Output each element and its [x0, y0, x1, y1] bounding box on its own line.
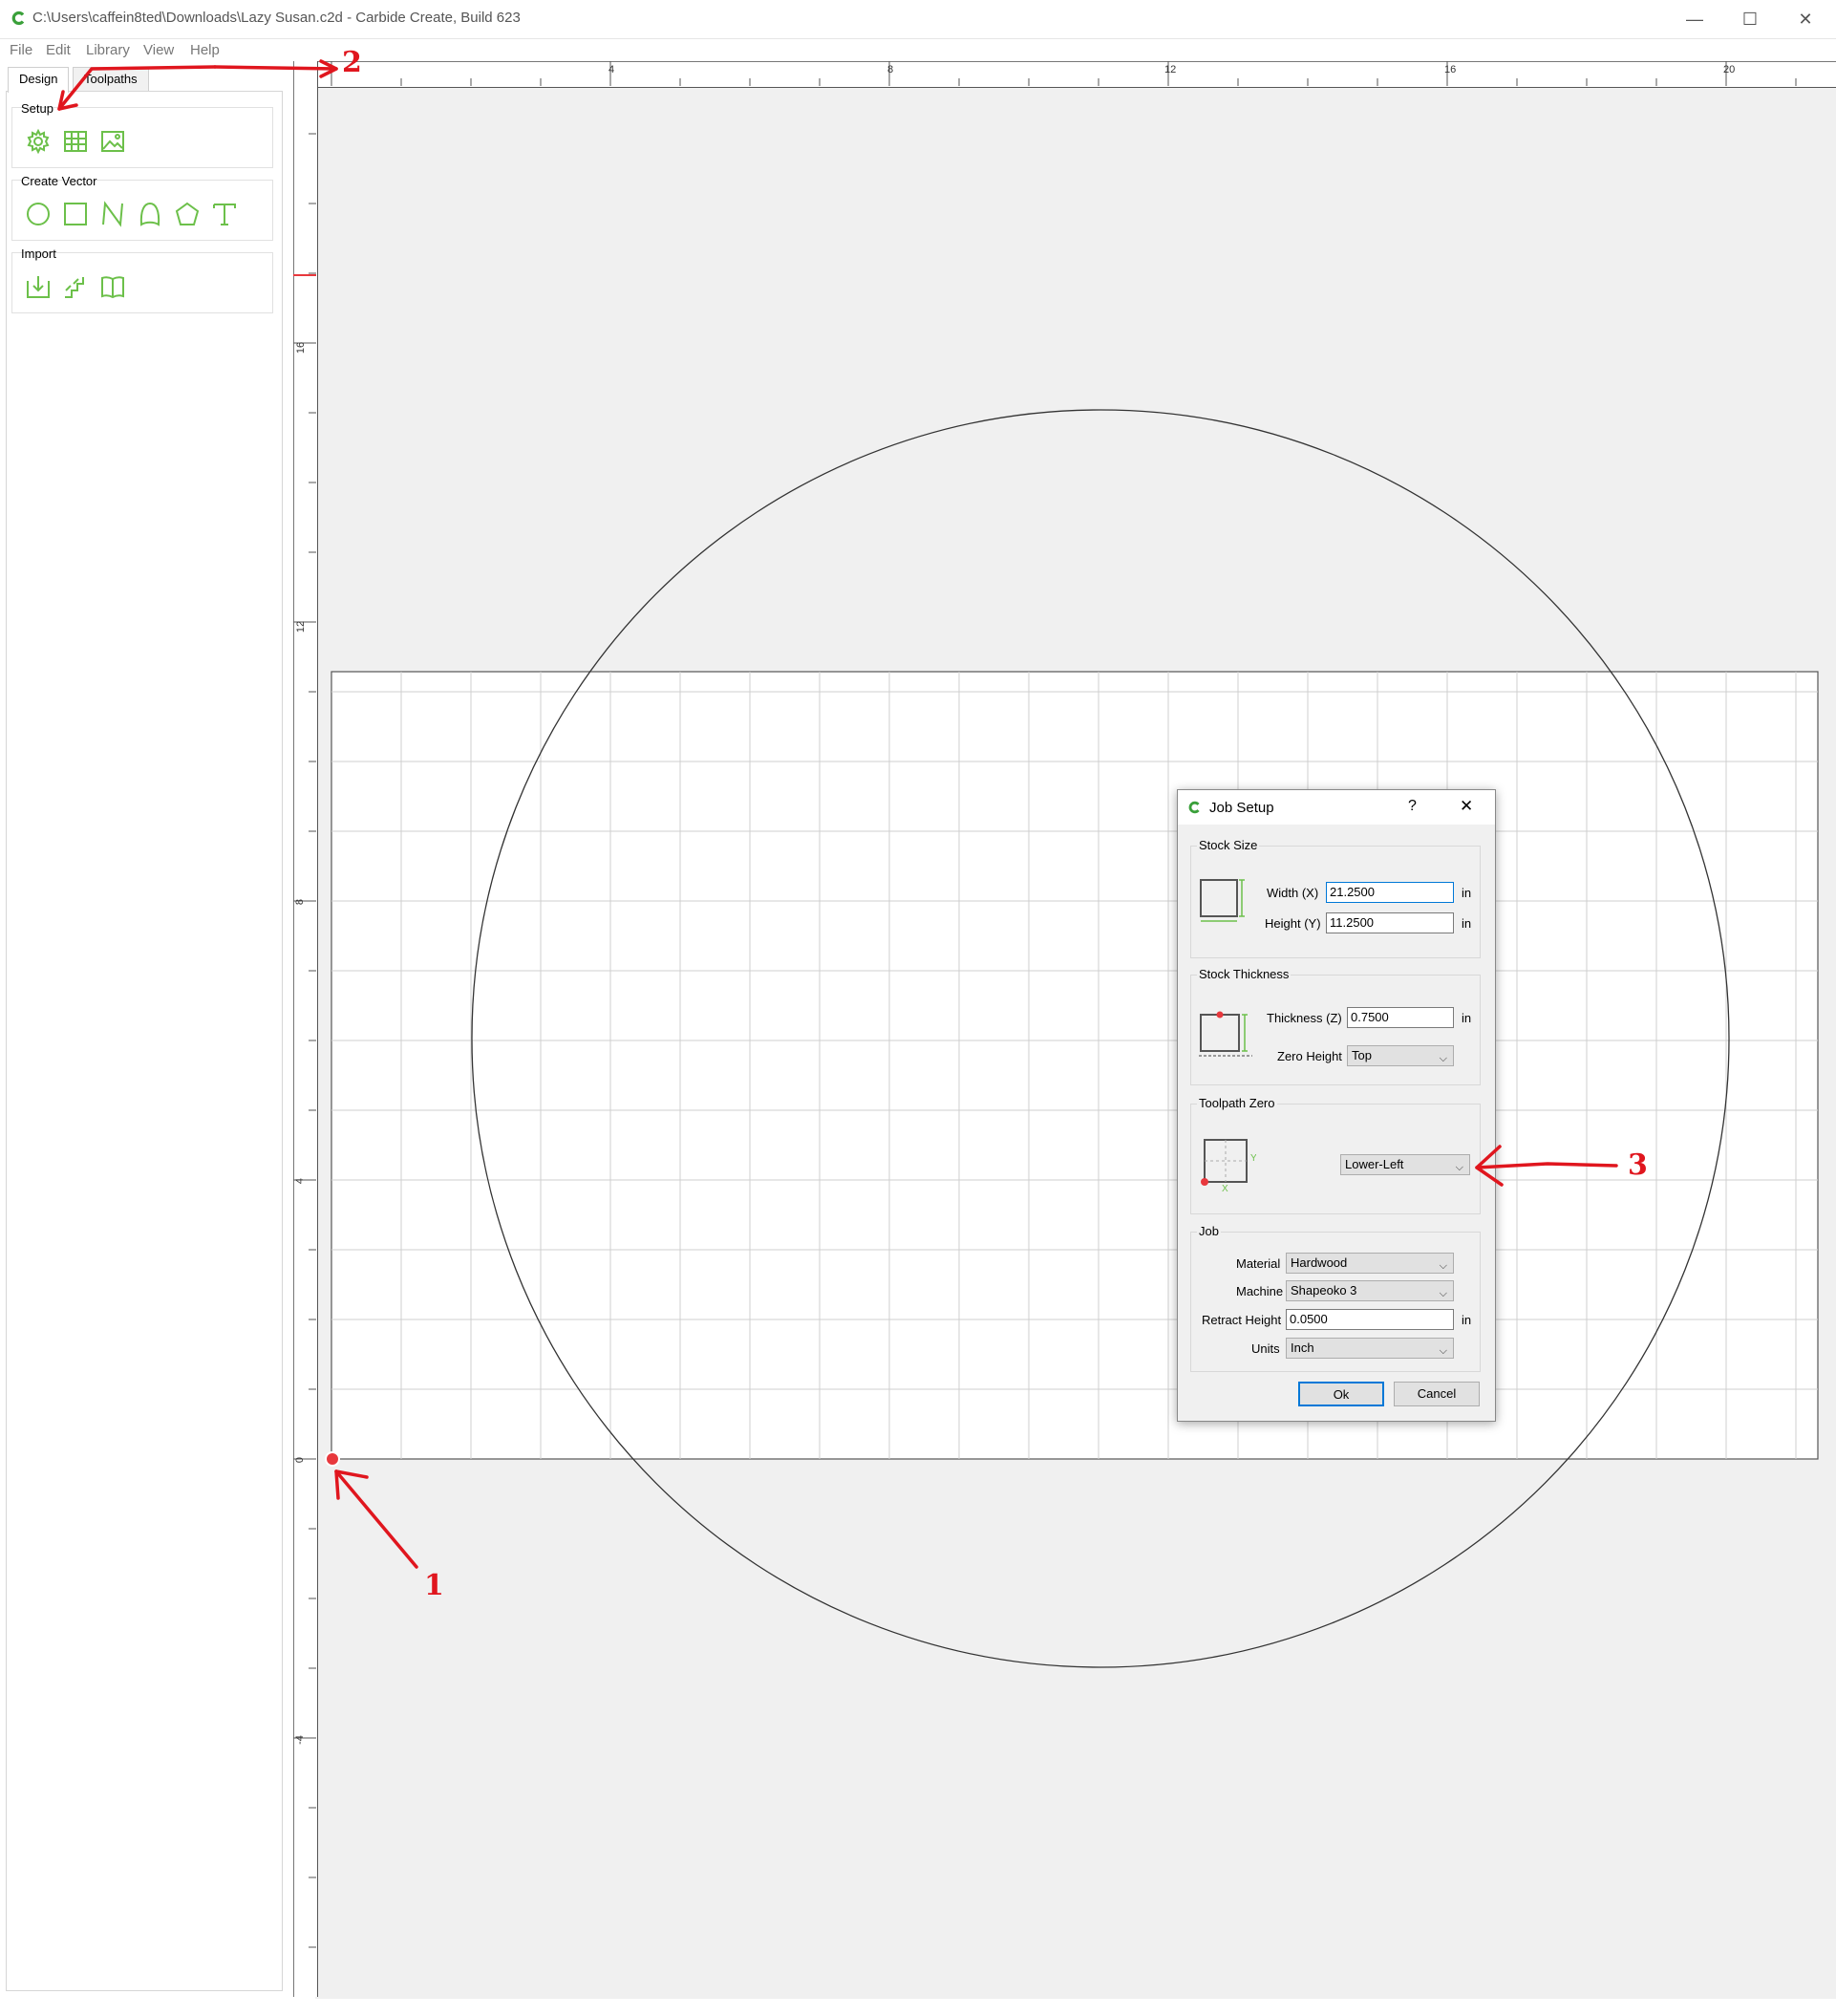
origin-marker: [325, 1451, 340, 1467]
height-input[interactable]: 11.2500: [1326, 912, 1454, 933]
text-icon[interactable]: [211, 201, 238, 227]
retract-height-input[interactable]: 0.0500: [1286, 1309, 1454, 1330]
retract-height-label: Retract Height: [1202, 1313, 1282, 1327]
dialog-title: Job Setup: [1209, 800, 1274, 816]
material-label: Material: [1236, 1256, 1281, 1271]
svg-text:X: X: [1222, 1184, 1228, 1191]
chevron-down-icon: ⌵: [1439, 1260, 1447, 1272]
units-label: Units: [1251, 1341, 1280, 1356]
chevron-down-icon: ⌵: [1455, 1162, 1463, 1173]
carbide-create-logo-icon: [1188, 801, 1200, 814]
chevron-down-icon: ⌵: [1439, 1345, 1447, 1357]
menu-edit[interactable]: Edit: [46, 42, 71, 58]
ruler-left-label: 4: [294, 1177, 307, 1185]
stock-rectangle: [331, 671, 1819, 1460]
close-button[interactable]: ✕: [1778, 0, 1833, 38]
units-select[interactable]: Inch ⌵: [1286, 1338, 1454, 1359]
ruler-top-label: 20: [1723, 64, 1736, 75]
carbide-create-logo-icon: [11, 11, 25, 26]
toolpath-zero-value: Lower-Left: [1345, 1157, 1404, 1171]
units-value: Inch: [1291, 1340, 1314, 1355]
polygon-icon[interactable]: [174, 201, 201, 227]
machine-label: Machine: [1236, 1284, 1284, 1298]
ruler-left-label: 12: [295, 620, 308, 633]
dialog-help-button[interactable]: ?: [1408, 798, 1417, 815]
toolpath-zero-diagram-icon: Y X: [1201, 1139, 1256, 1191]
grid-icon[interactable]: [62, 128, 89, 155]
annotation-label-3: 3: [1628, 1148, 1648, 1182]
material-value: Hardwood: [1291, 1255, 1348, 1270]
thickness-label: Thickness (Z): [1267, 1011, 1342, 1025]
svg-text:Y: Y: [1250, 1153, 1256, 1164]
width-input[interactable]: 21.2500: [1326, 882, 1454, 903]
ruler-top-ticks: [331, 61, 1797, 86]
retract-height-unit: in: [1462, 1313, 1472, 1327]
side-panel: [6, 91, 283, 1991]
chevron-down-icon: ⌵: [1439, 1288, 1447, 1299]
ok-button[interactable]: Ok: [1298, 1382, 1384, 1406]
menu-view[interactable]: View: [143, 42, 174, 58]
chevron-down-icon: ⌵: [1439, 1053, 1447, 1064]
tab-toolpaths[interactable]: Toolpaths: [73, 67, 149, 91]
thickness-input[interactable]: 0.7500: [1347, 1007, 1454, 1028]
circle-icon[interactable]: [25, 201, 52, 227]
ruler-top-label: 12: [1164, 64, 1177, 75]
polyline-icon[interactable]: [99, 201, 126, 227]
dialog-close-button[interactable]: ✕: [1460, 797, 1473, 816]
height-unit: in: [1462, 916, 1472, 931]
width-unit: in: [1462, 886, 1472, 900]
import-group-label: Import: [21, 247, 56, 261]
material-select[interactable]: Hardwood ⌵: [1286, 1253, 1454, 1274]
ruler-top-label: 4: [608, 64, 615, 75]
zero-height-select[interactable]: Top ⌵: [1347, 1045, 1454, 1066]
tab-design[interactable]: Design: [8, 67, 70, 93]
ruler-left-label: 8: [294, 898, 307, 906]
import-steps-icon[interactable]: [62, 273, 89, 300]
menu-help[interactable]: Help: [190, 42, 220, 58]
setup-group-label: Setup: [21, 101, 53, 116]
maximize-button[interactable]: ☐: [1722, 0, 1778, 38]
job-setup-dialog: Job Setup ? ✕ Stock Size Width (X) 21.25…: [1177, 789, 1496, 1422]
curve-icon[interactable]: [137, 201, 163, 227]
cancel-button[interactable]: Cancel: [1394, 1382, 1480, 1406]
job-label: Job: [1197, 1224, 1221, 1238]
stock-thickness-diagram-icon: [1199, 1011, 1252, 1057]
height-label: Height (Y): [1265, 916, 1321, 931]
create-vector-group-label: Create Vector: [21, 174, 97, 188]
library-book-icon[interactable]: [99, 273, 126, 300]
stock-thickness-label: Stock Thickness: [1197, 967, 1292, 981]
toolpath-zero-select[interactable]: Lower-Left ⌵: [1340, 1154, 1470, 1175]
rectangle-icon[interactable]: [62, 201, 89, 227]
machine-value: Shapeoko 3: [1291, 1283, 1357, 1298]
annotation-label-1: 1: [424, 1569, 444, 1602]
job-setup-gear-icon[interactable]: [25, 128, 52, 155]
thickness-unit: in: [1462, 1011, 1472, 1025]
ruler-left-label: 0: [294, 1456, 307, 1464]
ruler-top-label: 16: [1444, 64, 1457, 75]
stock-size-label: Stock Size: [1197, 838, 1260, 852]
zero-height-label: Zero Height: [1277, 1049, 1342, 1063]
menu-file[interactable]: File: [10, 42, 32, 58]
canvas-drawing: [325, 409, 1819, 1668]
import-vector-icon[interactable]: [25, 273, 52, 300]
ruler-cursor-marker: [293, 274, 316, 276]
zero-height-value: Top: [1352, 1048, 1372, 1062]
title-bar: C:\Users\caffein8ted\Downloads\Lazy Susa…: [0, 0, 1836, 39]
annotation-label-2: 2: [342, 46, 362, 79]
toolpath-zero-label: Toolpath Zero: [1197, 1096, 1277, 1110]
menu-bar: [0, 38, 1836, 63]
machine-select[interactable]: Shapeoko 3 ⌵: [1286, 1280, 1454, 1301]
menu-library[interactable]: Library: [86, 42, 130, 58]
ruler-left-label: -4: [293, 1735, 306, 1745]
image-icon[interactable]: [99, 128, 126, 155]
window-title: C:\Users\caffein8ted\Downloads\Lazy Susa…: [32, 10, 521, 26]
stock-size-diagram-icon: [1200, 879, 1245, 922]
minimize-button[interactable]: —: [1667, 0, 1722, 38]
ruler-top-label: 8: [887, 64, 894, 75]
width-label: Width (X): [1267, 886, 1319, 900]
ruler-left-label: 16: [295, 341, 308, 354]
